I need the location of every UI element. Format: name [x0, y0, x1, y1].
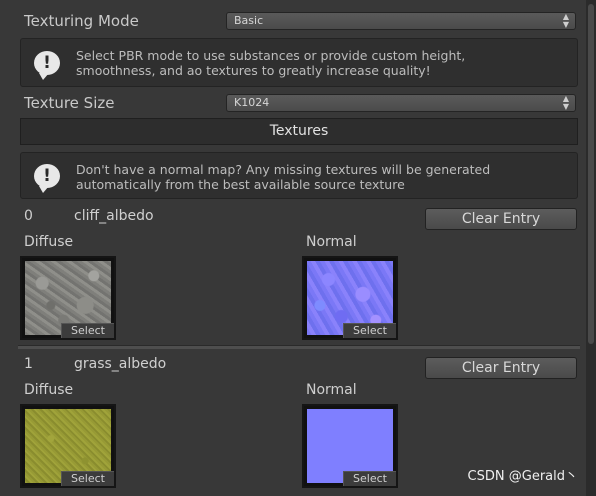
normal-map-help-box: ! Don't have a normal map? Any missing t… [20, 152, 578, 199]
texture-size-dropdown[interactable]: K1024 ▲ ▼ [226, 94, 576, 112]
scrollbar-thumb[interactable] [588, 4, 594, 344]
dropdown-arrows-icon: ▲ ▼ [562, 94, 569, 111]
diffuse-label: Diffuse [24, 234, 74, 250]
pbr-help-message: Select PBR mode to use substances or pro… [76, 48, 466, 78]
normal-label: Normal [306, 382, 357, 398]
normal-map-help-message: Don't have a normal map? Any missing tex… [76, 162, 491, 192]
select-texture-button[interactable]: Select [61, 323, 114, 338]
watermark: CSDN @Gerald丶 [467, 469, 578, 484]
select-texture-button[interactable]: Select [343, 471, 396, 486]
entry-name: grass_albedo [74, 356, 167, 372]
texture-size-label: Texture Size [24, 94, 115, 112]
texturing-mode-value: Basic [234, 14, 264, 27]
info-icon: ! [34, 164, 60, 193]
diffuse-label: Diffuse [24, 382, 74, 398]
dropdown-arrows-icon: ▲ ▼ [562, 12, 569, 29]
texturing-mode-label: Texturing Mode [24, 12, 139, 30]
inspector-scrollbar[interactable] [586, 0, 596, 496]
info-icon: ! [34, 51, 60, 80]
clear-entry-button[interactable]: Clear Entry [425, 357, 577, 379]
entry-divider [18, 345, 580, 349]
texture-size-value: K1024 [234, 96, 270, 109]
textures-section-header: Textures [20, 118, 578, 145]
diffuse-texture-slot[interactable]: Select [20, 404, 116, 488]
entry-index: 0 [24, 208, 33, 224]
texturing-mode-dropdown[interactable]: Basic ▲ ▼ [226, 12, 576, 30]
entry-name: cliff_albedo [74, 208, 154, 224]
diffuse-texture-slot[interactable]: Select [20, 256, 116, 340]
normal-texture-slot[interactable]: Select [302, 256, 398, 340]
select-texture-button[interactable]: Select [61, 471, 114, 486]
clear-entry-button[interactable]: Clear Entry [425, 208, 577, 230]
pbr-help-box: ! Select PBR mode to use substances or p… [20, 38, 578, 87]
entry-index: 1 [24, 356, 33, 372]
normal-texture-slot[interactable]: Select [302, 404, 398, 488]
normal-label: Normal [306, 234, 357, 250]
select-texture-button[interactable]: Select [343, 323, 396, 338]
